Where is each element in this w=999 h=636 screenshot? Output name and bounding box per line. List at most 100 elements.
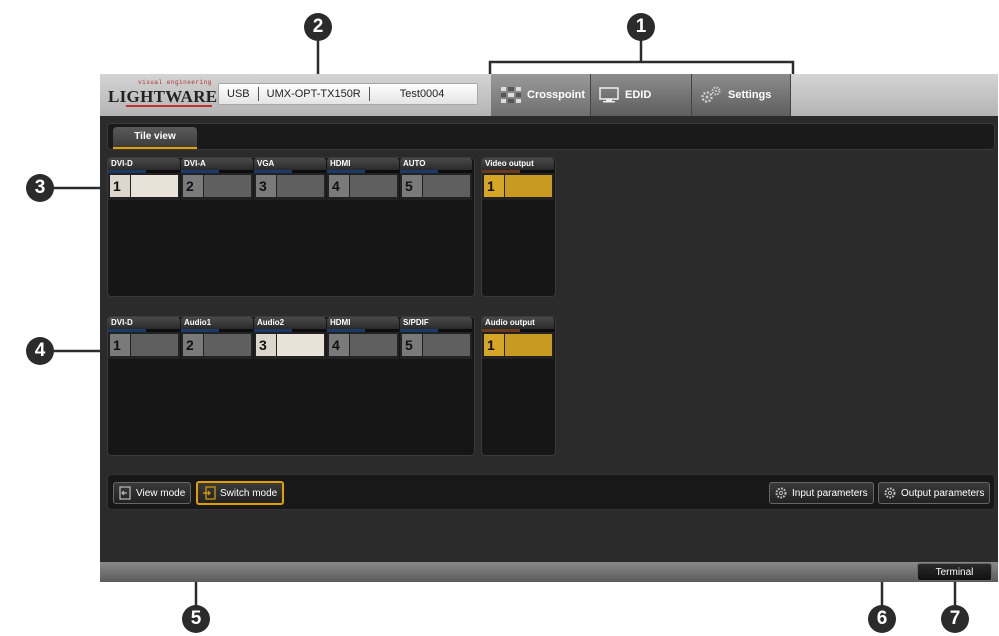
tab-crosspoint-label: Crosspoint <box>527 89 586 101</box>
tile-port-number: 2 <box>183 175 203 197</box>
tile-port-number: 1 <box>484 175 504 197</box>
view-mode-icon <box>119 486 131 500</box>
view-mode-button[interactable]: View mode <box>113 482 192 504</box>
gear-icon <box>775 487 787 499</box>
callout-marker: 3 <box>26 174 54 202</box>
tab-edid-label: EDID <box>625 89 652 101</box>
tile-body: 2 <box>181 332 253 359</box>
tile-port-number: 1 <box>110 334 130 356</box>
tile-port-name: HDMI <box>327 158 399 170</box>
view-tab-bar: Tile view <box>107 123 995 150</box>
tile-port-number: 1 <box>110 175 130 197</box>
tile-port-name: Audio2 <box>254 317 326 329</box>
tile-port-name: Audio1 <box>181 317 253 329</box>
tile-port-name: S/PDIF <box>400 317 472 329</box>
tile-state-fill <box>277 175 324 197</box>
gears-icon <box>701 86 721 103</box>
audio-input-tile[interactable]: S/PDIF 5 <box>400 317 472 359</box>
video-output-tile[interactable]: Video output 1 <box>482 158 554 200</box>
tile-port-name: DVI-D <box>108 317 180 329</box>
tile-body: 1 <box>482 332 554 359</box>
tile-state-fill <box>350 175 397 197</box>
video-input-tile[interactable]: HDMI 4 <box>327 158 399 200</box>
audio-input-tile[interactable]: HDMI 4 <box>327 317 399 359</box>
video-input-tile[interactable]: VGA 3 <box>254 158 326 200</box>
tile-port-name: HDMI <box>327 317 399 329</box>
tile-body: 1 <box>482 173 554 200</box>
top-bar: visual engineering LIGHTWARE USB UMX-OPT… <box>100 74 998 116</box>
tile-port-number: 1 <box>484 334 504 356</box>
tile-body: 5 <box>400 332 472 359</box>
tile-port-number: 4 <box>329 175 349 197</box>
tile-port-number: 4 <box>329 334 349 356</box>
tile-body: 5 <box>400 173 472 200</box>
tile-port-name: DVI-A <box>181 158 253 170</box>
audio-output-tile[interactable]: Audio output 1 <box>482 317 554 359</box>
logo-underline <box>126 105 212 107</box>
lightware-logo: visual engineering LIGHTWARE <box>108 79 218 109</box>
callout-marker: 7 <box>941 605 969 633</box>
tile-state-fill <box>131 334 178 356</box>
callout-marker: 5 <box>182 605 210 633</box>
tile-state-fill <box>505 175 552 197</box>
logo-name: LIGHTWARE <box>108 87 218 106</box>
tile-body: 2 <box>181 173 253 200</box>
tile-port-name: Audio output <box>482 317 554 329</box>
footer-toolbar: View mode Switch mode Input parameters O… <box>107 474 995 510</box>
tile-body: 4 <box>327 173 399 200</box>
tile-port-number: 5 <box>402 175 422 197</box>
device-model: UMX-OPT-TX150R <box>259 87 370 101</box>
logo-tagline: visual engineering <box>138 79 212 86</box>
tile-state-fill <box>204 334 251 356</box>
tab-edid[interactable]: EDID <box>590 74 691 116</box>
audio-input-tile[interactable]: DVI-D 1 <box>108 317 180 359</box>
tile-body: 1 <box>108 332 180 359</box>
input-parameters-label: Input parameters <box>792 487 868 499</box>
video-input-tile[interactable]: DVI-A 2 <box>181 158 253 200</box>
callout-marker: 2 <box>304 13 332 41</box>
gear-icon <box>884 487 896 499</box>
output-parameters-label: Output parameters <box>901 487 985 499</box>
callout-marker: 6 <box>868 605 896 633</box>
tile-port-number: 3 <box>256 175 276 197</box>
output-parameters-button[interactable]: Output parameters <box>878 482 991 504</box>
switch-mode-button[interactable]: Switch mode <box>196 481 285 505</box>
callout-marker: 1 <box>627 13 655 41</box>
tab-tile-view[interactable]: Tile view <box>113 127 197 149</box>
connection-type: USB <box>219 87 259 101</box>
switch-mode-icon <box>203 486 216 500</box>
tile-port-number: 3 <box>256 334 276 356</box>
video-input-tile[interactable]: DVI-D 1 <box>108 158 180 200</box>
monitor-icon <box>599 87 619 103</box>
tab-crosspoint[interactable]: Crosspoint <box>491 74 590 116</box>
switch-mode-label: Switch mode <box>220 487 278 499</box>
view-mode-label: View mode <box>136 487 186 499</box>
tile-body: 3 <box>254 173 326 200</box>
audio-input-tile[interactable]: Audio1 2 <box>181 317 253 359</box>
tile-state-fill <box>423 175 470 197</box>
tile-port-name: VGA <box>254 158 326 170</box>
tile-state-fill <box>277 334 324 356</box>
tile-body: 4 <box>327 332 399 359</box>
tile-state-fill <box>423 334 470 356</box>
input-parameters-button[interactable]: Input parameters <box>769 482 874 504</box>
tile-port-number: 5 <box>402 334 422 356</box>
device-name: Test0004 <box>399 88 445 100</box>
tile-port-name: Video output <box>482 158 554 170</box>
audio-input-tile[interactable]: Audio2 3 <box>254 317 326 359</box>
tab-settings[interactable]: Settings <box>691 74 791 116</box>
video-input-tile[interactable]: AUTO 5 <box>400 158 472 200</box>
app-window: visual engineering LIGHTWARE USB UMX-OPT… <box>100 74 998 582</box>
callout-marker: 4 <box>26 337 54 365</box>
tile-state-fill <box>350 334 397 356</box>
tile-body: 3 <box>254 332 326 359</box>
tab-settings-label: Settings <box>728 89 772 101</box>
tile-port-name: DVI-D <box>108 158 180 170</box>
tile-state-fill <box>204 175 251 197</box>
tile-body: 1 <box>108 173 180 200</box>
terminal-button[interactable]: Terminal <box>917 563 992 581</box>
device-info-bar: USB UMX-OPT-TX150R Test0004 <box>218 83 478 105</box>
crosspoint-icon <box>501 87 521 103</box>
tile-state-fill <box>505 334 552 356</box>
tile-state-fill <box>131 175 178 197</box>
